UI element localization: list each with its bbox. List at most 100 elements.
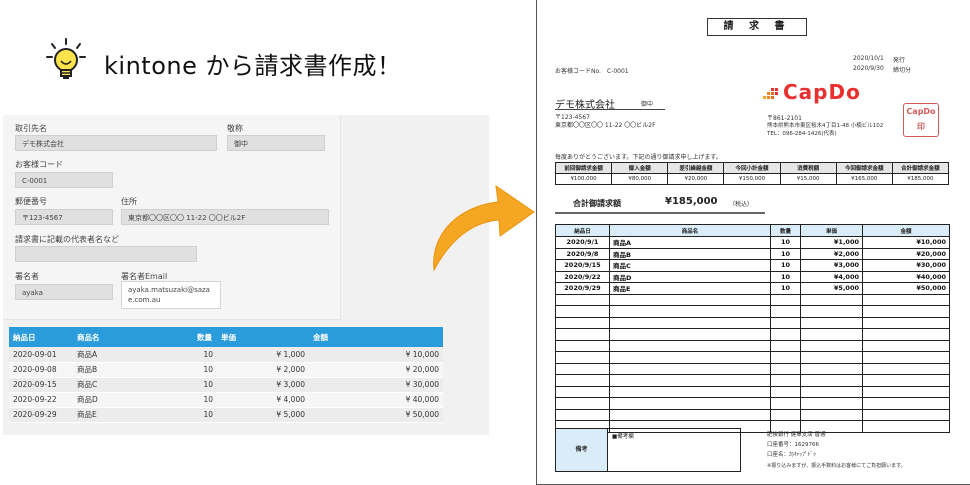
summary-value: ¥15,000 [779, 173, 837, 185]
honorific-field[interactable]: 御中 [227, 135, 325, 151]
item-amount: ¥20,000 [862, 247, 950, 260]
amount-cell: ¥ 50,000 [309, 407, 443, 423]
customer-label: 取引先名 [15, 124, 47, 133]
table-header-row: 納品日 商品名 数量 単価 金額 [9, 327, 443, 347]
item-column-header: 数量 [770, 224, 801, 237]
summary-header: 合計御請求金額 [891, 162, 950, 174]
delivery-date-cell: 2020-09-29 [9, 407, 73, 423]
table-row[interactable]: 2020-09-15 商品C 10 ¥ 3,000 ¥ 30,000 [9, 377, 443, 393]
empty-row [555, 362, 950, 375]
summary-value: ¥150,000 [723, 173, 781, 185]
zip-label: 郵便番号 [15, 197, 47, 206]
quantity-cell: 10 [193, 377, 217, 393]
seal-line: CapDo [906, 107, 936, 116]
logo-mark-icon [763, 88, 778, 99]
empty-row [555, 351, 950, 364]
item-amount: ¥40,000 [862, 270, 950, 283]
invoice-items-table: 納品日 商品名 数量 単価 金額 2020/9/1 商品A 10 ¥1,000 … [555, 224, 950, 433]
company-seal: CapDo 印 [903, 103, 939, 137]
column-header: 単価 [217, 327, 309, 347]
seal-line: 印 [917, 122, 925, 131]
signer-label: 署名者 [15, 272, 39, 281]
quantity-cell: 10 [193, 347, 217, 363]
summary-header: 御入金額 [611, 162, 669, 174]
item-unit-price: ¥2,000 [800, 247, 863, 260]
table-row[interactable]: 2020-09-29 商品E 10 ¥ 5,000 ¥ 50,000 [9, 407, 443, 423]
signer-email-field[interactable]: ayaka.matsuzaki@saza e.com.au [121, 281, 221, 309]
bank-line-1: 肥後銀行 健軍支店 普通 [767, 432, 826, 438]
bank-note: ※振り込みますが、振込手数料はお客様にてご負担願います。 [767, 463, 906, 469]
summary-value: ¥100,000 [554, 173, 613, 185]
product-cell: 商品B [73, 362, 193, 378]
table-row: 2020/9/22 商品D 10 ¥4,000 ¥40,000 [555, 270, 950, 283]
company-logo: CapDo [763, 80, 883, 104]
item-date: 2020/9/1 [555, 236, 610, 249]
table-row: 2020/9/29 商品E 10 ¥5,000 ¥50,000 [555, 282, 950, 295]
item-product: 商品B [609, 247, 771, 260]
delivery-date-cell: 2020-09-08 [9, 362, 73, 378]
summary-header-row: 前回御請求金額 御入金額 差引繰越金額 今回小計金額 消費税額 今回御請求金額 … [554, 162, 950, 174]
item-date: 2020/9/29 [555, 282, 610, 295]
summary-header: 前回御請求金額 [554, 162, 613, 174]
item-date: 2020/9/8 [555, 247, 610, 260]
table-row: 2020/9/1 商品A 10 ¥1,000 ¥10,000 [555, 236, 950, 249]
code-field[interactable]: C-0001 [15, 172, 113, 188]
item-quantity: 10 [770, 247, 801, 260]
items-header-row: 納品日 商品名 数量 単価 金額 [555, 224, 950, 237]
product-cell: 商品A [73, 347, 193, 363]
kintone-items-table: 納品日 商品名 数量 単価 金額 2020-09-01 商品A 10 ¥ 1,0… [9, 327, 443, 423]
item-unit-price: ¥5,000 [800, 282, 863, 295]
empty-row [555, 316, 950, 329]
item-unit-price: ¥1,000 [800, 236, 863, 249]
item-column-header: 納品日 [555, 224, 610, 237]
item-product: 商品C [609, 259, 771, 272]
customer-code: お客様コードNo. C-0001 [555, 68, 629, 75]
quantity-cell: 10 [193, 392, 217, 408]
summary-header: 今回御請求金額 [835, 162, 893, 174]
remarks-box: 備考 ■備考欄 [555, 428, 741, 472]
invoice-title: 請 求 書 [707, 18, 807, 36]
summary-table: 前回御請求金額 御入金額 差引繰越金額 今回小計金額 消費税額 今回御請求金額 … [554, 162, 950, 185]
item-product: 商品A [609, 236, 771, 249]
item-unit-price: ¥3,000 [800, 259, 863, 272]
unit-price-cell: ¥ 4,000 [217, 392, 309, 408]
item-amount: ¥10,000 [862, 236, 950, 249]
summary-value: ¥165,000 [835, 173, 893, 185]
item-quantity: 10 [770, 259, 801, 272]
item-date: 2020/9/22 [555, 270, 610, 283]
bank-line-2: 口座番号：1629766 [767, 442, 819, 448]
table-row[interactable]: 2020-09-08 商品B 10 ¥ 2,000 ¥ 20,000 [9, 362, 443, 378]
table-row[interactable]: 2020-09-01 商品A 10 ¥ 1,000 ¥ 10,000 [9, 347, 443, 363]
amount-cell: ¥ 40,000 [309, 392, 443, 408]
remarks-label: 備考 [556, 429, 608, 471]
item-quantity: 10 [770, 270, 801, 283]
address-field[interactable]: 東京都〇〇区〇〇 11-22 〇〇ビル2F [121, 209, 329, 225]
due-label: 締切分 [893, 67, 912, 74]
amount-cell: ¥ 10,000 [309, 347, 443, 363]
customer-field[interactable]: デモ株式会社 [15, 135, 217, 151]
item-unit-price: ¥4,000 [800, 270, 863, 283]
empty-row [555, 339, 950, 352]
item-date: 2020/9/15 [555, 259, 610, 272]
column-header: 数量 [193, 327, 217, 347]
item-column-header: 単価 [800, 224, 863, 237]
invoice-customer-address: 東京都〇〇区〇〇 11-22 〇〇ビル2F [555, 122, 656, 129]
zip-field[interactable]: 〒123-4567 [15, 209, 113, 225]
company-address: 熊本県熊本市東区桜木4丁目1-48 小楠ビル102 [767, 123, 884, 129]
summary-header: 今回小計金額 [723, 162, 781, 174]
item-quantity: 10 [770, 282, 801, 295]
headline: kintone から請求書作成！ [104, 52, 402, 80]
total-amount-row: 合計御請求額 ¥185,000 （税込） [555, 196, 765, 214]
total-value: ¥185,000 [665, 196, 718, 207]
honorific-label: 敬称 [227, 124, 243, 133]
summary-value: ¥20,000 [667, 173, 725, 185]
signer-field[interactable]: ayaka [15, 284, 113, 300]
bank-line-3: 口座名：ｶ)ｷｬｯﾌﾟﾄﾞｩ [767, 452, 816, 458]
representative-field[interactable] [15, 246, 197, 262]
table-row[interactable]: 2020-09-22 商品D 10 ¥ 4,000 ¥ 40,000 [9, 392, 443, 408]
product-cell: 商品D [73, 392, 193, 408]
curved-arrow-icon [433, 184, 535, 272]
delivery-date-cell: 2020-09-15 [9, 377, 73, 393]
empty-row [555, 397, 950, 410]
column-header: 納品日 [9, 327, 73, 347]
